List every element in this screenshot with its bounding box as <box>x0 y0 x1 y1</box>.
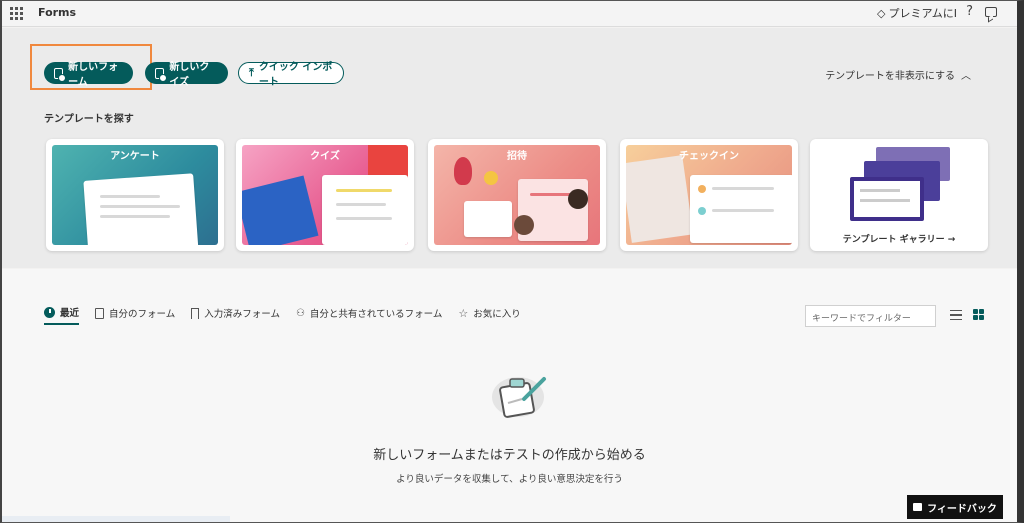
tab-label: 自分と共有されているフォーム <box>309 309 443 320</box>
premium-link[interactable]: ◇ プレミアムにI <box>877 5 957 21</box>
tab-recent[interactable]: 最近 <box>44 305 80 325</box>
chevron-up-icon: ︿ <box>961 71 971 82</box>
top-bar: Forms ◇ プレミアムにI ? <box>2 1 1017 27</box>
app-title: Forms <box>38 6 77 19</box>
upload-icon: ⤒ <box>249 66 254 79</box>
premium-label: プレミアムにI <box>888 7 957 20</box>
tab-label: 自分のフォーム <box>109 309 176 320</box>
diamond-icon: ◇ <box>877 6 886 20</box>
new-quiz-label: 新しいクイズ <box>169 62 210 88</box>
template-gallery-link: テンプレート ギャラリー → <box>842 235 956 245</box>
grid-view-icon[interactable] <box>973 309 984 320</box>
recent-forms-section: 最近 自分のフォーム 入力済みフォーム ⚇ 自分と共有されているフォーム ☆ お… <box>2 269 1017 522</box>
bottom-strip <box>2 516 230 522</box>
template-label: クイズ <box>310 151 340 162</box>
tab-label: お気に入り <box>473 309 521 320</box>
new-form-label: 新しいフォーム <box>68 62 119 88</box>
template-label: チェックイン <box>679 151 739 162</box>
gallery-illustration <box>850 147 950 223</box>
quick-import-button[interactable]: ⤒ クイック インポート <box>238 62 344 88</box>
tab-filled-forms[interactable]: 入力済みフォーム <box>191 306 280 324</box>
template-card-quiz[interactable]: クイズ <box>236 139 414 251</box>
help-icon[interactable]: ? <box>966 4 973 19</box>
empty-state-title: 新しいフォームまたはテストの作成から始める <box>373 448 646 463</box>
tab-favorites[interactable]: ☆ お気に入り <box>458 306 520 324</box>
tab-label: 入力済みフォーム <box>204 309 280 320</box>
form-icon <box>54 67 67 82</box>
comment-icon[interactable] <box>985 7 997 17</box>
star-icon: ☆ <box>458 306 469 320</box>
template-card-survey[interactable]: アンケート <box>46 139 224 251</box>
feedback-label: フィードバック <box>927 503 997 515</box>
feedback-button[interactable]: フィードバック <box>907 495 1003 519</box>
bookmark-icon <box>191 307 200 319</box>
filter-input[interactable]: キーワードでフィルター <box>805 305 936 327</box>
tab-shared-with-me[interactable]: ⚇ 自分と共有されているフォーム <box>296 306 442 324</box>
templates-title: テンプレートを探す <box>44 114 134 125</box>
template-label: 招待 <box>507 151 527 162</box>
clock-icon <box>44 306 55 318</box>
file-icon <box>95 307 105 319</box>
list-view-icon[interactable] <box>950 310 962 320</box>
tab-my-forms[interactable]: 自分のフォーム <box>95 306 175 324</box>
quiz-icon <box>155 67 168 82</box>
template-gallery-card[interactable]: テンプレート ギャラリー → <box>810 139 988 251</box>
quick-import-label: クイック インポート <box>258 62 333 88</box>
feedback-icon <box>913 503 923 511</box>
hide-templates-button[interactable]: テンプレートを非表示にする ︿ <box>825 67 971 82</box>
tab-label: 最近 <box>60 308 80 319</box>
template-card-checkin[interactable]: チェックイン <box>620 139 798 251</box>
empty-state-icon <box>492 377 546 418</box>
new-form-button[interactable]: 新しいフォーム <box>44 62 133 88</box>
template-label: アンケート <box>110 151 160 162</box>
empty-state-subtitle: より良いデータを収集して、より良い意思決定を行う <box>396 474 623 485</box>
app-launcher-icon[interactable] <box>10 7 23 20</box>
new-quiz-button[interactable]: 新しいクイズ <box>145 62 228 88</box>
hide-templates-label: テンプレートを非表示にする <box>825 71 955 82</box>
people-icon: ⚇ <box>295 307 305 319</box>
app-window: Forms ◇ プレミアムにI ? 新しいフォーム 新しいクイズ ⤒ クイック … <box>0 0 1024 523</box>
forms-tabs: 最近 自分のフォーム 入力済みフォーム ⚇ 自分と共有されているフォーム ☆ お… <box>44 305 521 325</box>
template-card-invite[interactable]: 招待 <box>428 139 606 251</box>
